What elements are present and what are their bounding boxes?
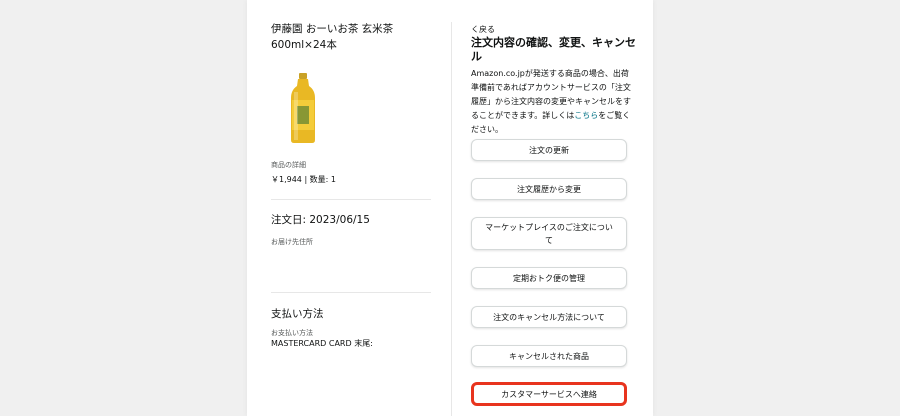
divider <box>271 199 431 200</box>
panel-title: 注文内容の確認、変更、キャンセル <box>471 36 636 63</box>
help-link[interactable]: こちら <box>574 111 598 120</box>
order-detail-card: 伊藤園 おーいお茶 玄米茶 600ml×24本 商品の詳細 ￥1,944 | 数… <box>247 0 653 416</box>
product-title[interactable]: 伊藤園 おーいお茶 玄米茶 600ml×24本 <box>271 21 437 53</box>
column-divider <box>451 22 452 416</box>
cancelled-items-button[interactable]: キャンセルされた商品 <box>471 345 627 367</box>
update-order-button[interactable]: 注文の更新 <box>471 139 627 161</box>
back-link[interactable]: く戻る <box>471 24 495 35</box>
change-from-history-button[interactable]: 注文履歴から変更 <box>471 178 627 200</box>
product-image[interactable] <box>285 72 321 144</box>
order-date: 注文日: 2023/06/15 <box>271 214 370 226</box>
subscribe-save-button[interactable]: 定期おトク便の管理 <box>471 267 627 289</box>
panel-description: Amazon.co.jpが発送する商品の場合、出荷準備前であればアカウントサービ… <box>471 67 633 137</box>
payment-method-value: MASTERCARD CARD 末尾: <box>271 339 373 348</box>
product-detail-label: 商品の詳細 <box>271 161 306 169</box>
marketplace-order-button[interactable]: マーケットプレイスのご注文について <box>471 217 627 250</box>
divider <box>271 292 431 293</box>
payment-section-title: 支払い方法 <box>271 308 324 320</box>
cancel-howto-button[interactable]: 注文のキャンセル方法について <box>471 306 627 328</box>
shipping-address-label: お届け先住所 <box>271 238 313 246</box>
contact-customer-service-button[interactable]: カスタマーサービスへ連絡 <box>471 382 627 406</box>
payment-method-label: お支払い方法 <box>271 329 313 337</box>
price-quantity: ￥1,944 | 数量: 1 <box>271 175 337 184</box>
